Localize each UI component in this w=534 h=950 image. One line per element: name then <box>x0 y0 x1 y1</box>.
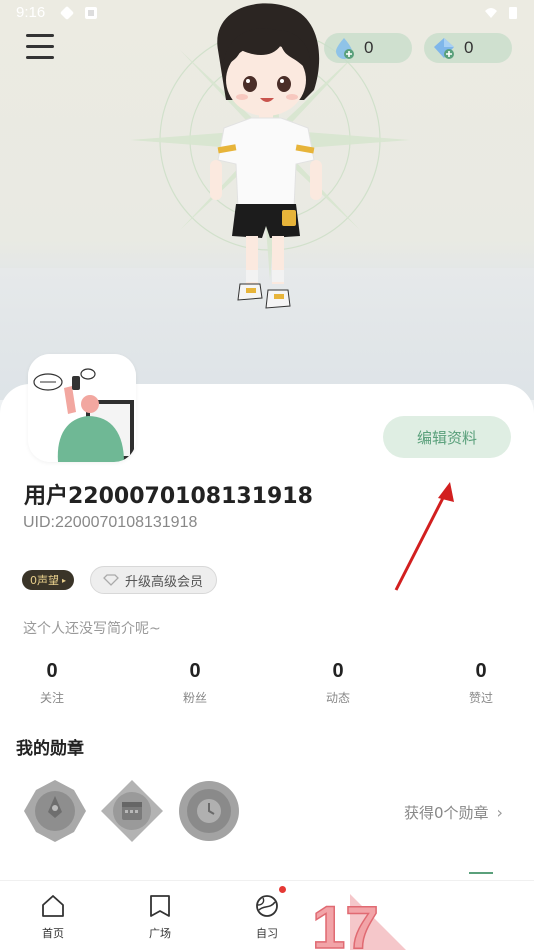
stat-liked[interactable]: 0 赞过 <box>436 660 526 706</box>
chevron-right-icon: › <box>496 803 503 822</box>
avatar-character[interactable] <box>196 0 336 320</box>
stat-label: 关注 <box>39 691 64 705</box>
stat-value: 0 <box>189 660 201 682</box>
profile-avatar-image[interactable] <box>28 354 136 462</box>
repute-badge[interactable]: 0声望 ▸ <box>22 570 75 590</box>
nav-square[interactable]: 广场 <box>130 893 190 941</box>
triangle-right-icon: ▸ <box>62 575 67 585</box>
stat-value: 0 <box>475 660 487 682</box>
nav-home[interactable]: 首页 <box>23 893 83 941</box>
medals-count-label: 获得0个勋章 <box>404 804 489 822</box>
book-icon <box>150 895 170 917</box>
edit-profile-button[interactable]: 编辑资料 <box>383 416 511 458</box>
notification-dot <box>279 886 286 893</box>
stat-label: 粉丝 <box>182 691 207 705</box>
upgrade-vip-button[interactable]: 升级高级会员 <box>90 566 217 594</box>
clock-medal-icon[interactable] <box>176 778 242 844</box>
wifi-icon <box>485 8 497 18</box>
stat-posts[interactable]: 0 动态 <box>293 660 383 706</box>
battery-icon <box>509 7 517 19</box>
person-with-phone-illustration <box>28 354 136 462</box>
annotation-arrow <box>394 482 454 591</box>
bottom-navigation: 首页 广场 自习 <box>0 880 534 950</box>
rocket-medal-icon[interactable] <box>22 778 88 844</box>
stat-label: 动态 <box>325 691 350 705</box>
nav-study-label: 自习 <box>256 927 278 940</box>
planet-icon <box>256 895 278 917</box>
hamburger-line <box>26 45 54 48</box>
diamond-coin-icon <box>434 38 454 59</box>
menu-button[interactable] <box>26 34 58 62</box>
water-currency-pill[interactable]: 0 <box>324 33 412 63</box>
profile-bio: 这个人还没写简介呢~ <box>23 621 161 637</box>
username: 用户2200070108131918 <box>24 484 313 509</box>
water-currency-value: 0 <box>364 38 374 57</box>
stat-following[interactable]: 0 关注 <box>7 660 97 706</box>
nav-square-label: 广场 <box>149 927 171 940</box>
watermark-logo: 17 <box>311 893 406 950</box>
nav-home-label: 首页 <box>42 927 64 940</box>
status-time: 9:16 <box>16 4 46 21</box>
nav-study[interactable]: 自习 <box>237 893 297 941</box>
stat-value: 0 <box>332 660 344 682</box>
stat-followers[interactable]: 0 粉丝 <box>150 660 240 706</box>
medals-count-link[interactable]: 获得0个勋章 › <box>404 802 503 823</box>
hamburger-menu-icon <box>26 34 54 37</box>
user-id: UID:2200070108131918 <box>23 514 198 531</box>
hamburger-line <box>26 56 54 59</box>
calendar-medal-icon[interactable] <box>99 778 165 844</box>
stat-label: 赞过 <box>468 691 493 705</box>
watermark-text: 17 <box>312 894 379 950</box>
tab-indicator <box>469 872 493 874</box>
home-icon <box>42 895 64 917</box>
medals-section-title: 我的勋章 <box>16 739 84 759</box>
notification-icon <box>85 7 97 19</box>
stat-value: 0 <box>46 660 58 682</box>
app-notification-icon <box>60 6 74 20</box>
repute-badge-label: 0声望 <box>30 574 59 587</box>
diamond-icon <box>103 574 119 586</box>
diamond-currency-pill[interactable]: 0 <box>424 33 512 63</box>
avatar-stage: 9:16 0 0 <box>0 0 534 400</box>
diamond-currency-value: 0 <box>464 38 474 57</box>
upgrade-vip-label: 升级高级会员 <box>125 574 204 590</box>
